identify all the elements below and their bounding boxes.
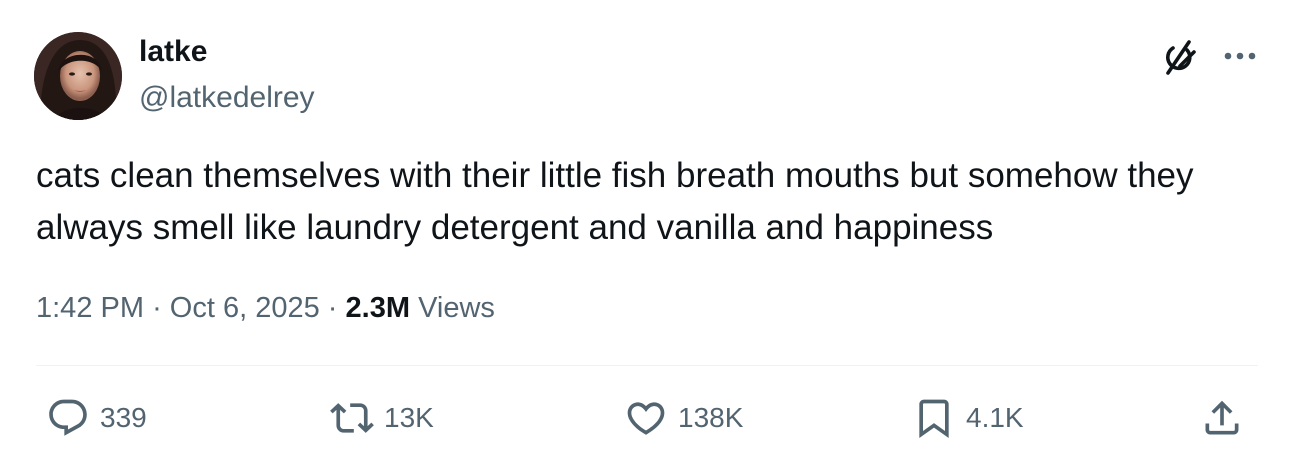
repost-icon: [330, 403, 374, 433]
views-count[interactable]: 2.3M: [346, 292, 410, 324]
bookmark-button[interactable]: 4.1K: [912, 394, 1024, 442]
more-icon[interactable]: [1220, 38, 1260, 74]
reply-button[interactable]: 339: [46, 394, 147, 442]
meta-separator: ·: [152, 292, 162, 324]
display-name[interactable]: latke: [139, 34, 207, 70]
like-icon: [627, 402, 665, 435]
tweet-date[interactable]: Oct 6, 2025: [170, 292, 320, 324]
like-button[interactable]: 138K: [624, 394, 743, 442]
tweet-time[interactable]: 1:42 PM: [36, 292, 144, 324]
like-count: 138K: [678, 402, 744, 433]
reply-count: 339: [100, 402, 147, 433]
avatar[interactable]: [34, 32, 122, 120]
avatar-image: [34, 32, 122, 120]
repost-button[interactable]: 13K: [330, 394, 434, 442]
bookmark-count: 4.1K: [966, 402, 1024, 433]
grok-icon[interactable]: [1158, 36, 1200, 78]
views-label[interactable]: Views: [418, 292, 495, 324]
share-icon: [1205, 400, 1239, 435]
bookmark-icon: [919, 399, 949, 439]
repost-count: 13K: [384, 402, 434, 433]
share-button[interactable]: [1200, 394, 1244, 442]
tweet-card: latke @latkedelrey cats clean themselves…: [0, 0, 1290, 461]
divider: [36, 365, 1258, 366]
tweet-text: cats clean themselves with their little …: [36, 156, 1204, 247]
user-handle[interactable]: @latkedelrey: [139, 80, 315, 116]
meta-separator: ·: [327, 292, 338, 324]
tweet-meta: 1:42 PM · Oct 6, 2025 · 2.3M Views: [36, 288, 495, 328]
reply-icon: [49, 399, 87, 436]
